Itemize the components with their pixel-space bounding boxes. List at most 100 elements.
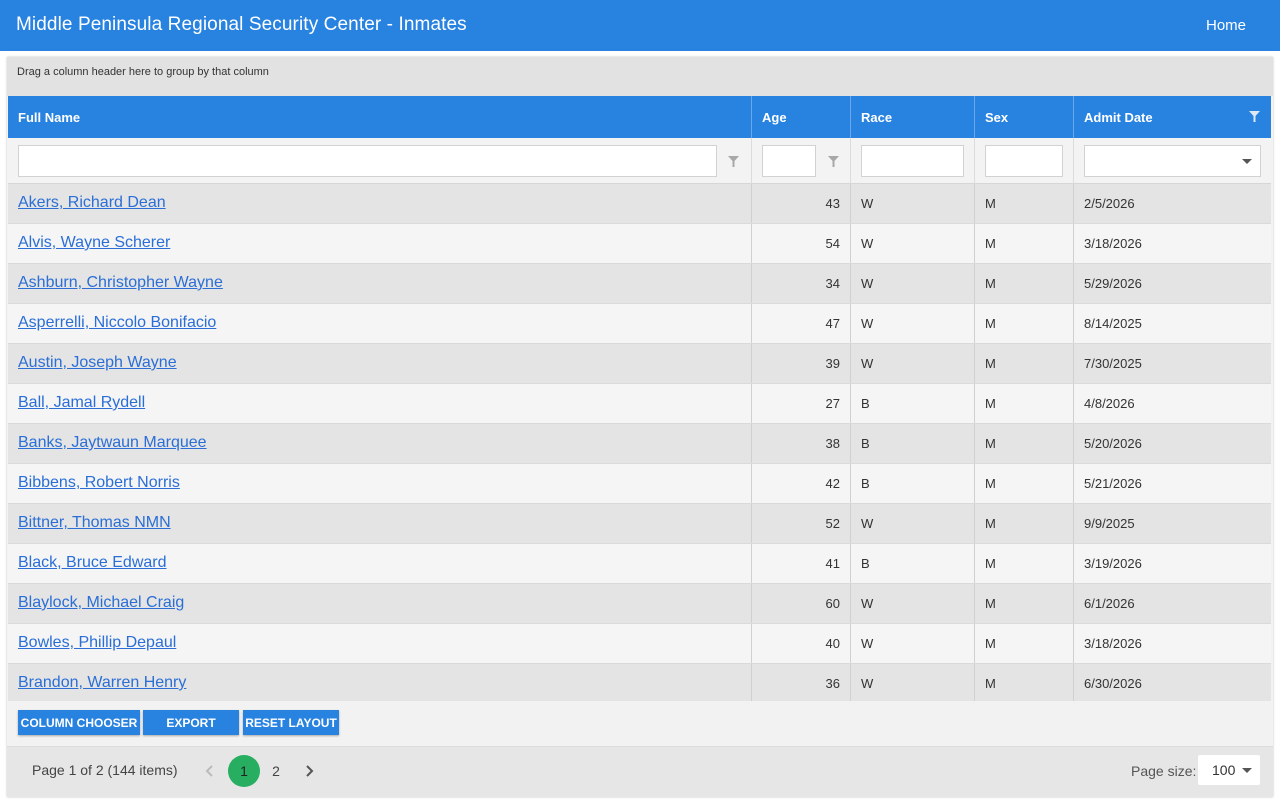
- sex-filter-input[interactable]: [985, 145, 1063, 177]
- inmate-name-link[interactable]: Bibbens, Robert Norris: [18, 464, 738, 503]
- reset-layout-button[interactable]: RESET LAYOUT: [243, 710, 339, 735]
- age-cell: 52: [751, 504, 850, 543]
- inmate-name-link[interactable]: Austin, Joseph Wayne: [18, 344, 738, 383]
- group-panel[interactable]: Drag a column header here to group by th…: [7, 57, 1273, 96]
- admit-date-cell: 3/19/2026: [1073, 544, 1271, 583]
- race-cell: W: [850, 184, 974, 223]
- race-cell: B: [850, 424, 974, 463]
- page-button-1[interactable]: 1: [228, 755, 260, 787]
- table-row[interactable]: Asperrelli, Niccolo Bonifacio 47 W M 8/14/20…: [8, 304, 1271, 344]
- race-cell: W: [850, 624, 974, 663]
- table-row[interactable]: Ashburn, Christopher Wayne 34 W M 5/29/2026: [8, 264, 1271, 304]
- chevron-left-icon[interactable]: [200, 759, 220, 783]
- table-row[interactable]: Alvis, Wayne Scherer 54 W M 3/18/2026: [8, 224, 1271, 264]
- table-row[interactable]: Bibbens, Robert Norris 42 B M 5/21/2026: [8, 464, 1271, 504]
- table-row[interactable]: Akers, Richard Dean 43 W M 2/5/2026: [8, 184, 1271, 224]
- inmate-name-link[interactable]: Black, Bruce Edward: [18, 544, 738, 583]
- admit-date-cell: 5/20/2026: [1073, 424, 1271, 463]
- race-cell: W: [850, 584, 974, 623]
- inmate-name-link[interactable]: Blaylock, Michael Craig: [18, 584, 738, 623]
- age-cell: 54: [751, 224, 850, 263]
- race-cell: B: [850, 464, 974, 503]
- export-button[interactable]: EXPORT: [143, 710, 239, 735]
- age-cell: 34: [751, 264, 850, 303]
- table-row[interactable]: Banks, Jaytwaun Marquee 38 B M 5/20/2026: [8, 424, 1271, 464]
- sex-cell: M: [974, 424, 1073, 463]
- admit-date-cell: 4/8/2026: [1073, 384, 1271, 423]
- column-header-age[interactable]: Age: [751, 96, 850, 138]
- age-cell: 42: [751, 464, 850, 503]
- sex-cell: M: [974, 664, 1073, 701]
- age-cell: 60: [751, 584, 850, 623]
- column-header-label: Race: [861, 110, 893, 125]
- filter-cell-full-name: [8, 138, 751, 184]
- page-button-2[interactable]: 2: [260, 755, 292, 787]
- admit-date-cell: 5/29/2026: [1073, 264, 1271, 303]
- admit-date-cell: 3/18/2026: [1073, 224, 1271, 263]
- sex-cell: M: [974, 184, 1073, 223]
- filter-cell-admit-date: [1073, 138, 1271, 184]
- admit-date-filter-select[interactable]: [1084, 145, 1261, 177]
- grid-body: Akers, Richard Dean 43 W M 2/5/2026 Alvis, Wa…: [8, 184, 1271, 701]
- admit-date-cell: 8/14/2025: [1073, 304, 1271, 343]
- inmate-name-link[interactable]: Bittner, Thomas NMN: [18, 504, 738, 543]
- age-cell: 39: [751, 344, 850, 383]
- age-cell: 47: [751, 304, 850, 343]
- table-row[interactable]: Brandon, Warren Henry 36 W M 6/30/2026: [8, 664, 1271, 701]
- race-filter-input[interactable]: [861, 145, 964, 177]
- column-header-race[interactable]: Race: [850, 96, 974, 138]
- table-row[interactable]: Austin, Joseph Wayne 39 W M 7/30/2025: [8, 344, 1271, 384]
- inmate-name-link[interactable]: Bowles, Phillip Depaul: [18, 624, 738, 663]
- filter-icon[interactable]: [728, 156, 739, 167]
- sex-cell: M: [974, 624, 1073, 663]
- inmate-name-link[interactable]: Alvis, Wayne Scherer: [18, 224, 738, 263]
- inmates-grid: Drag a column header here to group by th…: [7, 57, 1273, 797]
- age-filter-input[interactable]: [762, 145, 816, 177]
- inmate-name-link[interactable]: Ashburn, Christopher Wayne: [18, 264, 738, 303]
- admit-date-cell: 5/21/2026: [1073, 464, 1271, 503]
- full-name-filter-input[interactable]: [18, 145, 717, 177]
- race-cell: W: [850, 304, 974, 343]
- column-header-full-name[interactable]: Full Name: [8, 96, 751, 138]
- inmate-name-link[interactable]: Brandon, Warren Henry: [18, 664, 738, 701]
- column-header-admit-date[interactable]: Admit Date: [1073, 96, 1271, 138]
- chevron-right-icon[interactable]: [299, 759, 319, 783]
- inmate-name-link[interactable]: Ball, Jamal Rydell: [18, 384, 738, 423]
- grid-toolbar: COLUMN CHOOSER EXPORT RESET LAYOUT: [7, 702, 1273, 747]
- inmate-name-link[interactable]: Akers, Richard Dean: [18, 184, 738, 223]
- column-header-sex[interactable]: Sex: [974, 96, 1073, 138]
- column-chooser-button[interactable]: COLUMN CHOOSER: [18, 710, 140, 735]
- table-row[interactable]: Ball, Jamal Rydell 27 B M 4/8/2026: [8, 384, 1271, 424]
- sex-cell: M: [974, 544, 1073, 583]
- pager-info: Page 1 of 2 (144 items): [32, 762, 178, 778]
- admit-date-cell: 6/30/2026: [1073, 664, 1271, 701]
- filter-cell-race: [850, 138, 974, 184]
- table-row[interactable]: Blaylock, Michael Craig 60 W M 6/1/2026: [8, 584, 1271, 624]
- sex-cell: M: [974, 304, 1073, 343]
- age-cell: 38: [751, 424, 850, 463]
- sex-cell: M: [974, 464, 1073, 503]
- header-filter-icon[interactable]: [1249, 111, 1260, 122]
- filter-cell-sex: [974, 138, 1073, 184]
- admit-date-cell: 2/5/2026: [1073, 184, 1271, 223]
- sex-cell: M: [974, 504, 1073, 543]
- table-row[interactable]: Bowles, Phillip Depaul 40 W M 3/18/2026: [8, 624, 1271, 664]
- page-size-select[interactable]: 100: [1198, 755, 1260, 785]
- race-cell: W: [850, 344, 974, 383]
- chevron-down-icon: [1242, 768, 1252, 773]
- column-header-label: Admit Date: [1084, 110, 1153, 125]
- age-cell: 36: [751, 664, 850, 701]
- pager: Page 1 of 2 (144 items) 1 2 Page size: 1…: [7, 747, 1273, 797]
- filter-row: [8, 138, 1271, 184]
- race-cell: W: [850, 264, 974, 303]
- admit-date-cell: 3/18/2026: [1073, 624, 1271, 663]
- column-header-label: Age: [762, 110, 787, 125]
- table-row[interactable]: Bittner, Thomas NMN 52 W M 9/9/2025: [8, 504, 1271, 544]
- admit-date-cell: 6/1/2026: [1073, 584, 1271, 623]
- sex-cell: M: [974, 384, 1073, 423]
- inmate-name-link[interactable]: Asperrelli, Niccolo Bonifacio: [18, 304, 738, 343]
- home-link[interactable]: Home: [1206, 17, 1246, 34]
- filter-icon[interactable]: [828, 156, 839, 167]
- inmate-name-link[interactable]: Banks, Jaytwaun Marquee: [18, 424, 738, 463]
- table-row[interactable]: Black, Bruce Edward 41 B M 3/19/2026: [8, 544, 1271, 584]
